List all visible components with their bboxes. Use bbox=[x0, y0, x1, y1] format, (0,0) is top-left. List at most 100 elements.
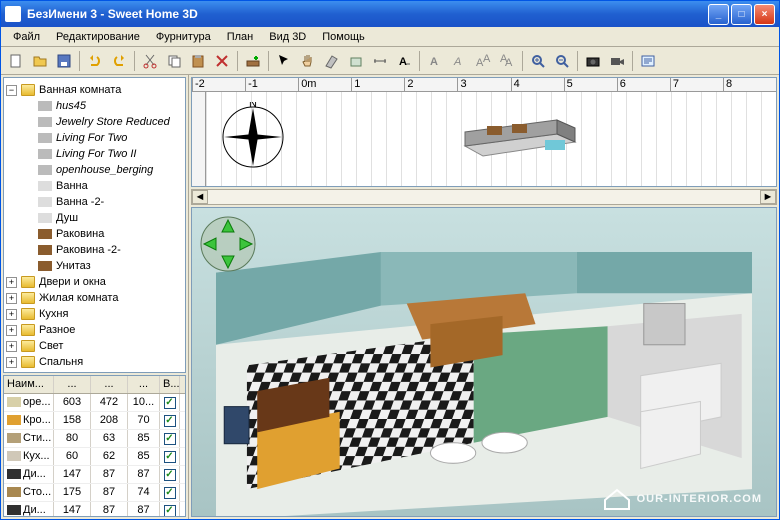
tree-item[interactable]: Living For Two bbox=[6, 130, 183, 146]
tree-item[interactable]: Раковина -2- bbox=[6, 242, 183, 258]
ruler-mark: 7 bbox=[670, 78, 723, 91]
tree-item[interactable]: Living For Two II bbox=[6, 146, 183, 162]
cell-visible[interactable]: ✓ bbox=[160, 448, 180, 465]
close-button[interactable]: × bbox=[754, 4, 775, 25]
table-row[interactable]: оре...60347210...✓ bbox=[4, 394, 185, 412]
preferences-button[interactable] bbox=[637, 50, 659, 72]
checkbox-icon[interactable]: ✓ bbox=[164, 415, 176, 427]
th-col1[interactable]: ... bbox=[54, 376, 91, 393]
redo-button[interactable] bbox=[108, 50, 130, 72]
catalog-tree[interactable]: − Ванная комната hus45Jewelry Store Redu… bbox=[3, 77, 186, 373]
pan-tool[interactable] bbox=[297, 50, 319, 72]
delete-button[interactable] bbox=[211, 50, 233, 72]
zoom-out-button[interactable] bbox=[551, 50, 573, 72]
open-button[interactable] bbox=[29, 50, 51, 72]
tree-item[interactable]: Раковина bbox=[6, 226, 183, 242]
collapse-icon[interactable]: − bbox=[6, 85, 17, 96]
menu-plan[interactable]: План bbox=[219, 29, 262, 45]
plan-view[interactable]: -2-10m12345678 N bbox=[191, 77, 777, 187]
plan-scrollbar[interactable]: ◄ ► bbox=[191, 189, 777, 205]
checkbox-icon[interactable]: ✓ bbox=[164, 433, 176, 445]
expand-icon[interactable]: + bbox=[6, 277, 17, 288]
tree-item[interactable]: Унитаз bbox=[6, 258, 183, 274]
cut-button[interactable] bbox=[139, 50, 161, 72]
scroll-track[interactable] bbox=[208, 190, 760, 204]
table-row[interactable]: Сти...806385✓ bbox=[4, 430, 185, 448]
tree-folder[interactable]: +Кухня bbox=[6, 306, 183, 322]
cell-visible[interactable]: ✓ bbox=[160, 412, 180, 429]
tree-folder[interactable]: +Свет bbox=[6, 338, 183, 354]
cell-visible[interactable]: ✓ bbox=[160, 394, 180, 411]
table-row[interactable]: Ди...1478787✓ bbox=[4, 502, 185, 517]
menu-edit[interactable]: Редактирование bbox=[48, 29, 148, 45]
copy-button[interactable] bbox=[163, 50, 185, 72]
table-row[interactable]: Ди...1478787✓ bbox=[4, 466, 185, 484]
tree-item[interactable]: Ванна bbox=[6, 178, 183, 194]
expand-icon[interactable]: + bbox=[6, 357, 17, 368]
fontsize-dec-button[interactable]: AA bbox=[496, 50, 518, 72]
add-furniture-button[interactable] bbox=[242, 50, 264, 72]
tree-item[interactable]: openhouse_berging bbox=[6, 162, 183, 178]
tree-item[interactable]: hus45 bbox=[6, 98, 183, 114]
cell-visible[interactable]: ✓ bbox=[160, 430, 180, 447]
italic-button[interactable]: A bbox=[448, 50, 470, 72]
th-visible[interactable]: В... bbox=[160, 376, 180, 393]
create-video-button[interactable] bbox=[606, 50, 628, 72]
expand-icon[interactable]: + bbox=[6, 341, 17, 352]
tree-folder[interactable]: +Двери и окна bbox=[6, 274, 183, 290]
cell-visible[interactable]: ✓ bbox=[160, 484, 180, 501]
furniture-table[interactable]: Наим... ... ... ... В... оре...60347210.… bbox=[3, 375, 186, 517]
scroll-left-icon[interactable]: ◄ bbox=[192, 190, 208, 204]
scroll-right-icon[interactable]: ► bbox=[760, 190, 776, 204]
expand-icon[interactable]: + bbox=[6, 325, 17, 336]
menu-view3d[interactable]: Вид 3D bbox=[261, 29, 314, 45]
th-name[interactable]: Наим... bbox=[4, 376, 54, 393]
tree-item[interactable]: Ванна -2- bbox=[6, 194, 183, 210]
cell-name: оре... bbox=[4, 394, 54, 411]
cell-visible[interactable]: ✓ bbox=[160, 466, 180, 483]
folder-icon bbox=[21, 356, 35, 368]
cell-visible[interactable]: ✓ bbox=[160, 502, 180, 517]
save-button[interactable] bbox=[53, 50, 75, 72]
th-col2[interactable]: ... bbox=[91, 376, 128, 393]
room-tool[interactable] bbox=[345, 50, 367, 72]
3d-view[interactable]: OUR-INTERIOR.COM bbox=[191, 207, 777, 517]
menu-furniture[interactable]: Фурнитура bbox=[148, 29, 219, 45]
table-row[interactable]: Кро...15820870✓ bbox=[4, 412, 185, 430]
checkbox-icon[interactable]: ✓ bbox=[164, 487, 176, 499]
checkbox-icon[interactable]: ✓ bbox=[164, 469, 176, 481]
checkbox-icon[interactable]: ✓ bbox=[164, 397, 176, 409]
zoom-in-button[interactable] bbox=[527, 50, 549, 72]
minimize-button[interactable]: _ bbox=[708, 4, 729, 25]
bold-button[interactable]: A bbox=[424, 50, 446, 72]
table-row[interactable]: Кух...606285✓ bbox=[4, 448, 185, 466]
new-button[interactable] bbox=[5, 50, 27, 72]
text-tool[interactable]: A bbox=[393, 50, 415, 72]
table-row[interactable]: Сто...1758774✓ bbox=[4, 484, 185, 502]
tree-item[interactable]: Jewelry Store Reduced bbox=[6, 114, 183, 130]
checkbox-icon[interactable]: ✓ bbox=[164, 505, 176, 517]
create-photo-button[interactable] bbox=[582, 50, 604, 72]
select-tool[interactable] bbox=[273, 50, 295, 72]
3d-navigation-pad[interactable] bbox=[200, 216, 256, 272]
maximize-button[interactable]: □ bbox=[731, 4, 752, 25]
tree-folder[interactable]: +Жилая комната bbox=[6, 290, 183, 306]
furniture-icon bbox=[38, 181, 52, 191]
cell: 87 bbox=[91, 502, 128, 517]
tree-folder[interactable]: +Разное bbox=[6, 322, 183, 338]
dimension-tool[interactable] bbox=[369, 50, 391, 72]
tree-item[interactable]: Душ bbox=[6, 210, 183, 226]
fontsize-inc-button[interactable]: AA bbox=[472, 50, 494, 72]
wall-tool[interactable] bbox=[321, 50, 343, 72]
tree-folder[interactable]: +Спальня bbox=[6, 354, 183, 370]
undo-button[interactable] bbox=[84, 50, 106, 72]
expand-icon[interactable]: + bbox=[6, 293, 17, 304]
menu-file[interactable]: Файл bbox=[5, 29, 48, 45]
menu-help[interactable]: Помощь bbox=[314, 29, 373, 45]
compass-icon[interactable]: N bbox=[218, 102, 288, 172]
th-col3[interactable]: ... bbox=[128, 376, 160, 393]
checkbox-icon[interactable]: ✓ bbox=[164, 451, 176, 463]
paste-button[interactable] bbox=[187, 50, 209, 72]
tree-folder-root[interactable]: − Ванная комната bbox=[6, 82, 183, 98]
expand-icon[interactable]: + bbox=[6, 309, 17, 320]
